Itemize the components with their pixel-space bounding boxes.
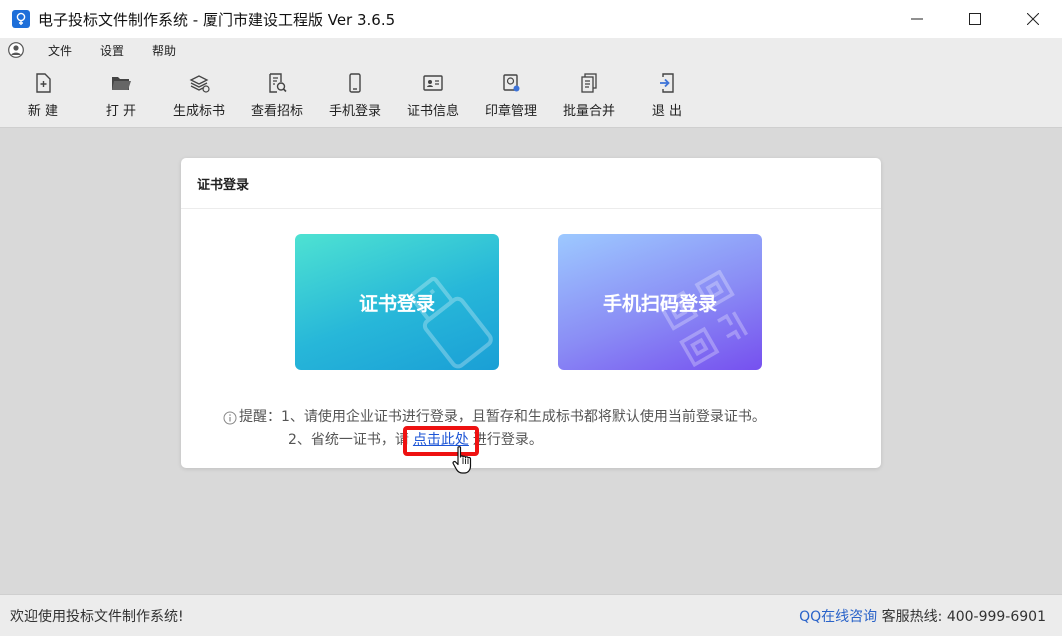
usb-key-icon — [409, 276, 493, 369]
seal-icon — [503, 74, 520, 92]
generate-bid-button[interactable]: 生成标书 — [160, 62, 238, 127]
new-button[interactable]: 新 建 — [4, 62, 82, 127]
certificate-info-button[interactable]: 证书信息 — [394, 62, 472, 127]
seal-management-button[interactable]: 印章管理 — [472, 62, 550, 127]
tip-line-2-before: 2、省统一证书，请 — [288, 432, 409, 448]
login-tip: 提醒： 1、请使用企业证书进行登录，且暂存和生成标书都将默认使用当前登录证书。 … — [223, 406, 766, 456]
folder-open-icon — [112, 77, 131, 90]
minimize-button[interactable] — [888, 0, 946, 38]
maximize-icon — [969, 13, 981, 25]
merge-icon — [581, 73, 597, 93]
certificate-login-label: 证书登录 — [358, 292, 435, 315]
certificate-info-label: 证书信息 — [406, 104, 459, 119]
hotline-label: 客服热线: — [881, 608, 943, 625]
certificate-icon — [423, 75, 443, 91]
tip-line-2-after: 进行登录。 — [472, 432, 543, 448]
batch-merge-button[interactable]: 批量合并 — [550, 62, 628, 127]
phone-login-button[interactable]: 手机登录 — [316, 62, 394, 127]
seal-management-label: 印章管理 — [484, 104, 537, 119]
view-tender-icon — [269, 73, 287, 93]
user-icon[interactable] — [8, 42, 24, 58]
window-title: 电子投标文件制作系统 - 厦门市建设工程版 Ver 3.6.5 — [38, 10, 396, 29]
open-button[interactable]: 打 开 — [82, 62, 160, 127]
open-label: 打 开 — [105, 104, 137, 119]
exit-button[interactable]: 退 出 — [628, 62, 706, 127]
welcome-text: 欢迎使用投标文件制作系统! — [10, 608, 184, 625]
new-label: 新 建 — [27, 104, 59, 119]
support-info: QQ在线咨询 客服热线: 400-999-6901 — [799, 606, 1046, 626]
maximize-button[interactable] — [946, 0, 1004, 38]
certificate-login-card[interactable]: 证书登录 — [295, 234, 499, 370]
app-logo-icon — [12, 10, 30, 28]
menu-bar: 文件 设置 帮助 — [0, 38, 1062, 62]
info-icon — [223, 411, 237, 424]
tip-line-1: 1、请使用企业证书进行登录，且暂存和生成标书都将默认使用当前登录证书。 — [281, 409, 766, 425]
new-file-icon — [36, 73, 51, 93]
phone-scan-login-label: 手机扫码登录 — [602, 292, 717, 315]
status-bar: 欢迎使用投标文件制作系统! QQ在线咨询 客服热线: 400-999-6901 — [0, 594, 1062, 636]
minimize-icon — [911, 18, 923, 20]
hotline-number: 400-999-6901 — [946, 608, 1046, 625]
phone-login-label: 手机登录 — [328, 104, 381, 119]
login-panel: 证书登录 证书登录 手机扫码登录 提醒： 1、请使用企业证书进行登录，且暂存和生… — [181, 158, 881, 474]
exit-label: 退 出 — [651, 104, 683, 119]
menu-settings[interactable]: 设置 — [86, 42, 138, 59]
batch-merge-label: 批量合并 — [562, 104, 615, 119]
panel-title: 证书登录 — [181, 158, 881, 209]
qr-code-icon — [660, 270, 749, 368]
close-button[interactable] — [1004, 0, 1062, 38]
exit-icon — [660, 73, 674, 93]
tip-prefix: 提醒： — [239, 409, 281, 425]
phone-scan-login-card[interactable]: 手机扫码登录 — [558, 234, 762, 370]
hand-cursor-icon — [452, 446, 472, 474]
menu-help[interactable]: 帮助 — [138, 42, 190, 59]
generate-bid-icon — [189, 75, 210, 93]
title-bar: 电子投标文件制作系统 - 厦门市建设工程版 Ver 3.6.5 — [0, 0, 1062, 38]
close-icon — [1027, 13, 1039, 25]
menu-file[interactable]: 文件 — [34, 42, 86, 59]
toolbar: 新 建 打 开 生成标书 查看招标 手机登录 证书信息 印章管理 批量合并 退 … — [0, 62, 1062, 128]
view-tender-label: 查看招标 — [250, 104, 303, 119]
qq-consult-link[interactable]: QQ在线咨询 — [799, 609, 877, 625]
phone-icon — [349, 73, 361, 93]
view-tender-button[interactable]: 查看招标 — [238, 62, 316, 127]
generate-bid-label: 生成标书 — [172, 104, 225, 119]
